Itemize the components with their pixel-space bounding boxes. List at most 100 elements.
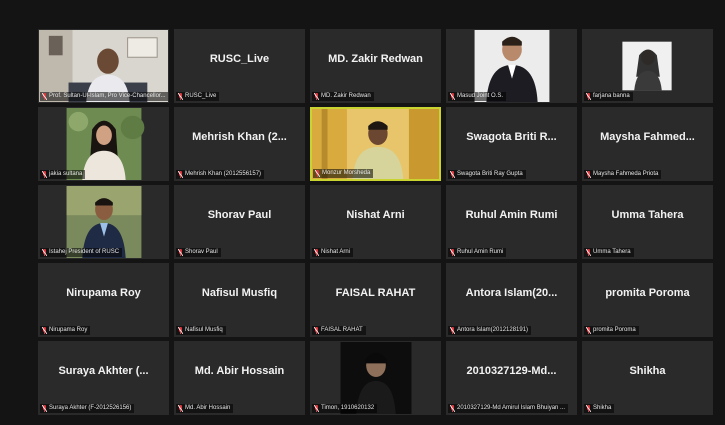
participant-name-label: jakia sultana bbox=[49, 171, 83, 177]
participant-name-tag: RUSC_Live bbox=[176, 92, 220, 101]
participant-name-label: Prof. Sultan-Ul-Islam, Pro Vice-Chancell… bbox=[49, 93, 166, 99]
muted-mic-icon bbox=[586, 249, 591, 256]
participant-name-label: Masud Joint O.S. bbox=[457, 93, 504, 99]
participant-name-label: Timon, 1910620132 bbox=[321, 405, 375, 411]
participant-name-tag: Umma Tahera bbox=[584, 248, 634, 257]
participant-display-name: FAISAL RAHAT bbox=[335, 287, 416, 299]
participant-tile[interactable]: Nafisul Musfiq Nafisul Musfiq bbox=[174, 263, 305, 337]
participant-tile[interactable]: Md. Abir Hossain Md. Abir Hossain bbox=[174, 341, 305, 415]
participant-tile[interactable]: Masud Joint O.S. bbox=[446, 29, 577, 103]
muted-mic-icon bbox=[586, 171, 591, 178]
participant-tile[interactable]: FAISAL RAHAT FAISAL RAHAT bbox=[310, 263, 441, 337]
muted-mic-icon bbox=[178, 327, 183, 334]
muted-mic-icon bbox=[450, 405, 455, 412]
muted-mic-icon bbox=[450, 93, 455, 100]
muted-mic-icon bbox=[450, 327, 455, 334]
participant-name-tag: Istahej President of RUSC bbox=[40, 248, 123, 257]
participant-display-name: RUSC_Live bbox=[209, 53, 270, 65]
participant-name-tag: Timon, 1910620132 bbox=[312, 404, 378, 413]
participant-display-name: Antora Islam(20... bbox=[465, 287, 558, 299]
participant-display-name: Maysha Fahmed... bbox=[600, 131, 695, 143]
participant-name-tag: MD. Zakir Redwan bbox=[312, 92, 374, 101]
participant-name-tag: promita Poroma bbox=[584, 326, 639, 335]
participant-name-label: Md. Abir Hossain bbox=[185, 405, 231, 411]
participant-display-name: Nafisul Musfiq bbox=[201, 287, 278, 299]
participant-display-name: Umma Tahera bbox=[611, 209, 684, 221]
muted-mic-icon bbox=[314, 327, 319, 334]
participant-name-tag: Prof. Sultan-Ul-Islam, Pro Vice-Chancell… bbox=[40, 92, 168, 101]
participant-name-label: Shorav Paul bbox=[185, 249, 218, 255]
participant-tile[interactable]: Istahej President of RUSC bbox=[38, 185, 169, 259]
participant-tile[interactable]: Ruhul Amin Rumi Ruhul Amin Rumi bbox=[446, 185, 577, 259]
participant-name-label: Nirupama Roy bbox=[49, 327, 88, 333]
participant-tile-active-speaker[interactable]: Monzur Morsheda bbox=[310, 107, 441, 181]
participant-name-tag: Nafisul Musfiq bbox=[176, 326, 226, 335]
participant-name-tag: Nirupama Roy bbox=[40, 326, 91, 335]
participant-name-label: Umma Tahera bbox=[593, 249, 631, 255]
participant-tile[interactable]: Shorav Paul Shorav Paul bbox=[174, 185, 305, 259]
participant-display-name: Nirupama Roy bbox=[66, 287, 141, 299]
participant-display-name: Mehrish Khan (2... bbox=[192, 131, 287, 143]
participant-name-label: Suraya Akhter (F-2012526156) bbox=[49, 405, 132, 411]
participant-tile[interactable]: promita Poroma promita Poroma bbox=[582, 263, 713, 337]
muted-mic-icon bbox=[178, 405, 183, 412]
participant-tile[interactable]: Antora Islam(20... Antora Islam(20121281… bbox=[446, 263, 577, 337]
muted-mic-icon bbox=[450, 249, 455, 256]
muted-mic-icon bbox=[586, 93, 591, 100]
muted-mic-icon bbox=[178, 93, 183, 100]
participant-tile[interactable]: Timon, 1910620132 bbox=[310, 341, 441, 415]
participant-name-label: Monzur Morsheda bbox=[322, 170, 371, 176]
participant-name-label: Mehrish Khan (2012556157) bbox=[185, 171, 262, 177]
participant-name-tag: Shorav Paul bbox=[176, 248, 221, 257]
muted-mic-icon bbox=[314, 93, 319, 100]
participant-name-label: farjana banna bbox=[593, 93, 630, 99]
participant-tile[interactable]: Nishat Arni Nishat Arni bbox=[310, 185, 441, 259]
participant-name-tag: Mehrish Khan (2012556157) bbox=[176, 170, 265, 179]
participant-name-tag: Maysha Fahmeda Priota bbox=[584, 170, 662, 179]
participant-tile[interactable]: Mehrish Khan (2... Mehrish Khan (2012556… bbox=[174, 107, 305, 181]
participant-tile[interactable]: MD. Zakir Redwan MD. Zakir Redwan bbox=[310, 29, 441, 103]
participant-display-name: promita Poroma bbox=[605, 287, 690, 299]
participant-tile[interactable]: Swagota Briti R... Swagota Briti Ray Gup… bbox=[446, 107, 577, 181]
participant-display-name: Suraya Akhter (... bbox=[58, 365, 149, 377]
participant-tile[interactable]: Suraya Akhter (... Suraya Akhter (F-2012… bbox=[38, 341, 169, 415]
participant-tile[interactable]: RUSC_Live RUSC_Live bbox=[174, 29, 305, 103]
muted-mic-icon bbox=[42, 249, 47, 256]
participant-tile[interactable]: Shikha Shikha bbox=[582, 341, 713, 415]
participant-name-tag: Swagota Briti Ray Gupta bbox=[448, 170, 526, 179]
participant-name-label: 2010327129-Md Amirul Islam Bhuiyan ... bbox=[457, 405, 566, 411]
muted-mic-icon bbox=[42, 171, 47, 178]
participant-display-name: Nishat Arni bbox=[346, 209, 405, 221]
participant-name-label: Nishat Arni bbox=[321, 249, 351, 255]
participant-name-tag: Masud Joint O.S. bbox=[448, 92, 507, 101]
participant-tile[interactable]: Nirupama Roy Nirupama Roy bbox=[38, 263, 169, 337]
participant-name-label: Swagota Briti Ray Gupta bbox=[457, 171, 523, 177]
muted-mic-icon bbox=[42, 93, 47, 100]
participant-tile[interactable]: Prof. Sultan-Ul-Islam, Pro Vice-Chancell… bbox=[38, 29, 169, 103]
participant-tile[interactable]: farjana banna bbox=[582, 29, 713, 103]
participant-name-label: MD. Zakir Redwan bbox=[321, 93, 371, 99]
participant-tile[interactable]: Maysha Fahmed... Maysha Fahmeda Priota bbox=[582, 107, 713, 181]
muted-mic-icon bbox=[315, 170, 320, 177]
participant-display-name: Shikha bbox=[629, 365, 666, 377]
participant-tile[interactable]: jakia sultana bbox=[38, 107, 169, 181]
muted-mic-icon bbox=[586, 405, 591, 412]
muted-mic-icon bbox=[450, 171, 455, 178]
participant-name-tag: Md. Abir Hossain bbox=[176, 404, 234, 413]
muted-mic-icon bbox=[178, 171, 183, 178]
participant-name-tag: FAISAL RAHAT bbox=[312, 326, 366, 335]
participant-name-label: RUSC_Live bbox=[185, 93, 217, 99]
participant-display-name: MD. Zakir Redwan bbox=[328, 53, 423, 65]
muted-mic-icon bbox=[586, 327, 591, 334]
muted-mic-icon bbox=[314, 249, 319, 256]
participant-name-label: Ruhul Amin Rumi bbox=[457, 249, 504, 255]
participant-tile[interactable]: 2010327129-Md... 2010327129-Md Amirul Is… bbox=[446, 341, 577, 415]
participant-name-label: Shikha bbox=[593, 405, 612, 411]
participant-display-name: Md. Abir Hossain bbox=[194, 365, 285, 377]
participant-name-label: Nafisul Musfiq bbox=[185, 327, 223, 333]
participant-name-tag: Shikha bbox=[584, 404, 615, 413]
participant-grid: Prof. Sultan-Ul-Islam, Pro Vice-Chancell… bbox=[38, 29, 713, 415]
participant-name-tag: Antora Islam(2012128191) bbox=[448, 326, 532, 335]
muted-mic-icon bbox=[314, 405, 319, 412]
participant-tile[interactable]: Umma Tahera Umma Tahera bbox=[582, 185, 713, 259]
